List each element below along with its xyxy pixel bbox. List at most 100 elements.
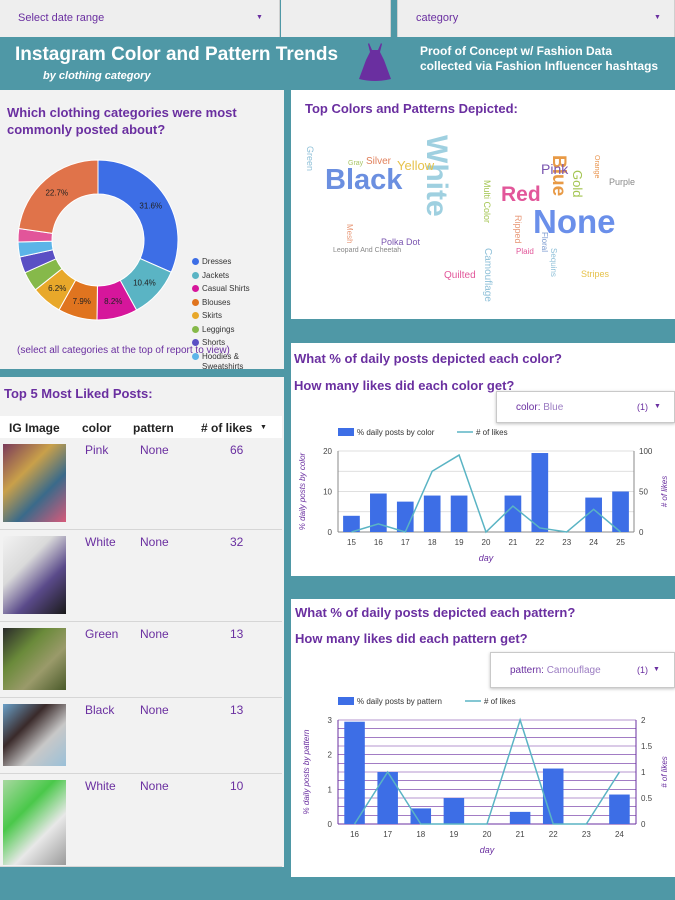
bar[interactable]: [504, 495, 522, 532]
legend-swatch: [192, 312, 199, 319]
table-row[interactable]: Pink None 66: [0, 438, 282, 530]
wordcloud-word: Multi Color: [482, 180, 492, 224]
bar[interactable]: [542, 768, 564, 824]
y2-tick-label: 0: [639, 528, 644, 537]
page-subtitle: by clothing category: [43, 70, 151, 82]
pie-slice[interactable]: [97, 159, 179, 273]
sort-desc-icon[interactable]: ▼: [260, 424, 267, 431]
pie-slice-label: 22.7%: [45, 188, 68, 197]
x-tick-label: 24: [589, 538, 598, 547]
legend-item[interactable]: Dresses: [202, 257, 262, 267]
category-filter[interactable]: category ▼: [397, 0, 675, 37]
legend-line-label: # of likes: [484, 697, 516, 706]
wordcloud-word: Black: [325, 164, 403, 196]
legend-item[interactable]: Leggings: [202, 325, 262, 335]
legend-item[interactable]: Blouses: [202, 298, 262, 308]
pie-slice-label: 8.2%: [104, 297, 122, 306]
y2-tick-label: 1.5: [641, 742, 653, 751]
color-dropdown[interactable]: color: Blue (1) ▼: [496, 391, 675, 423]
wordcloud-panel: Top Colors and Patterns Depicted: White N…: [291, 90, 675, 319]
pattern-dropdown[interactable]: pattern: Camouflage (1) ▼: [490, 652, 675, 688]
cell-color: White: [85, 535, 116, 549]
cell-pattern: None: [140, 703, 169, 717]
categories-title: Which clothing categories were most comm…: [7, 104, 237, 138]
pattern-trend-chart[interactable]: % daily posts by pattern # of likes012300…: [291, 690, 675, 865]
color-trend-chart[interactable]: % daily posts by color # of likes 0 10 20 0 50…: [291, 423, 675, 573]
color-dropdown-count: (1): [637, 402, 648, 412]
pattern-dropdown-key: pattern: Camouflage: [510, 665, 601, 676]
x-tick-label: 23: [562, 538, 571, 547]
date-range-filter[interactable]: Select date range ▼: [0, 0, 280, 37]
bar[interactable]: [344, 721, 365, 824]
legend-bar-label: % daily posts by pattern: [357, 697, 442, 706]
categories-donut-chart[interactable]: 31.6% 10.4% 8.2% 7.9% 6.2% 22.7%: [0, 148, 190, 328]
color-panel-title2: How many likes did each color get?: [294, 378, 515, 393]
bar[interactable]: [450, 495, 468, 532]
chevron-down-icon: ▼: [654, 14, 661, 21]
pattern-panel-title1: What % of daily posts depicted each patt…: [295, 605, 576, 620]
cell-pattern: None: [140, 627, 169, 641]
bar[interactable]: [396, 501, 414, 532]
likes-line[interactable]: [351, 453, 622, 534]
dress-icon: [359, 43, 391, 81]
y2-tick-label: 50: [639, 488, 648, 497]
wordcloud-word: Silver: [366, 156, 392, 167]
post-thumbnail[interactable]: [3, 704, 66, 766]
color-panel-title1: What % of daily posts depicted each colo…: [294, 351, 562, 366]
pattern-panel-title2: How many likes did each pattern get?: [295, 631, 528, 646]
legend-swatch: [192, 298, 199, 306]
post-thumbnail[interactable]: [3, 780, 66, 865]
y2-axis-title: # of likes: [660, 756, 669, 788]
bar[interactable]: [443, 798, 465, 824]
x-tick-label: 17: [383, 830, 392, 839]
x-tick-label: 22: [535, 538, 544, 547]
x-tick-label: 21: [516, 830, 525, 839]
pie-slice-label: 31.6%: [139, 202, 162, 211]
bar[interactable]: [531, 453, 549, 532]
bar[interactable]: [423, 495, 441, 532]
col-header-image[interactable]: IG Image: [9, 421, 60, 435]
pie-slice-label: 7.9%: [73, 297, 91, 306]
legend-bar-swatch: [338, 697, 354, 705]
col-header-pattern[interactable]: pattern: [133, 421, 174, 435]
blank-filter[interactable]: [281, 0, 391, 37]
x-tick-label: 21: [508, 538, 517, 547]
header-note-line2: collected via Fashion Influencer hashtag…: [420, 59, 659, 73]
table-row[interactable]: White None 32: [0, 530, 282, 622]
cell-likes: 66: [230, 443, 244, 457]
table-row[interactable]: Green None 13: [0, 622, 282, 698]
post-thumbnail[interactable]: [3, 536, 66, 614]
legend-item[interactable]: Casual Shirts: [202, 284, 262, 294]
table-row[interactable]: White None 10: [0, 774, 282, 867]
bar[interactable]: [377, 772, 398, 824]
bar[interactable]: [410, 808, 432, 824]
x-tick-label: 20: [482, 538, 491, 547]
pattern-dropdown-count: (1): [637, 665, 648, 675]
y-tick-label: 0: [328, 528, 333, 537]
wordcloud-word: Red: [501, 183, 541, 206]
wordcloud-word: White: [420, 135, 453, 217]
bar[interactable]: [609, 794, 630, 824]
col-header-color[interactable]: color: [82, 421, 111, 435]
wordcloud-word: Camouflage: [482, 248, 493, 302]
wordcloud-word: Mesh: [345, 224, 354, 244]
categories-footnote: (select all categories at the top of rep…: [17, 345, 230, 356]
legend-bar-label: % daily posts by color: [357, 428, 435, 437]
cell-color: Pink: [85, 443, 109, 457]
y2-axis-title: # of likes: [660, 476, 669, 508]
color-dropdown-key: color: Blue: [516, 402, 564, 413]
table-row[interactable]: Black None 13: [0, 698, 282, 774]
cell-pattern: None: [140, 779, 169, 793]
post-thumbnail[interactable]: [3, 628, 66, 690]
bar[interactable]: [612, 491, 629, 533]
col-header-likes[interactable]: # of likes: [201, 421, 252, 435]
legend-item[interactable]: Jackets: [202, 271, 262, 281]
bar[interactable]: [509, 811, 531, 824]
top-posts-title: Top 5 Most Liked Posts:: [4, 386, 153, 401]
legend-item[interactable]: Skirts: [202, 311, 262, 321]
post-thumbnail[interactable]: [3, 444, 66, 522]
y-tick-label: 3: [328, 716, 333, 725]
x-tick-label: 24: [615, 830, 624, 839]
wordcloud-word: Polka Dot: [381, 237, 421, 247]
categories-title-line1: Which clothing categories were most: [7, 105, 237, 120]
